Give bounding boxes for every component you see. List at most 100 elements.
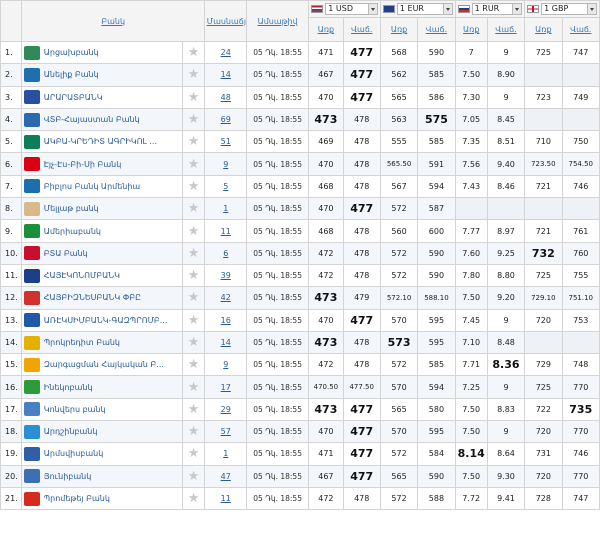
bank-name-link[interactable]: Յունիբանկ — [44, 472, 92, 481]
currency-select-eur[interactable]: 1 EUR — [379, 0, 456, 18]
eur-buy-header[interactable]: Առք — [379, 17, 419, 42]
rur-sell-header[interactable]: Վաճ. — [486, 17, 526, 42]
branches-link[interactable]: 69 — [221, 115, 231, 124]
bank-name-link[interactable]: ԱԿԲԱ-ԿՐԵԴԻՏ ԱԳՐԻԿՈԼ ... — [44, 137, 157, 146]
usd-buy-header[interactable]: Առք — [308, 17, 344, 42]
bank-cell[interactable]: Արցախբանկ — [20, 40, 183, 65]
branches-link[interactable]: 9 — [223, 360, 228, 369]
bank-name-link[interactable]: Ինեկոբանկ — [44, 383, 93, 392]
bank-name-link[interactable]: Պրոմեթեյ Բանկ — [44, 494, 110, 503]
bank-cell[interactable]: Զարգացման Հայկական Բ... — [20, 353, 183, 377]
favorite-star-icon[interactable]: ★ — [181, 330, 206, 355]
branches-link[interactable]: 5 — [223, 182, 228, 191]
favorite-star-icon[interactable]: ★ — [181, 486, 206, 511]
bank-cell[interactable]: Ինեկոբանկ — [20, 375, 183, 399]
branches-link[interactable]: 48 — [221, 93, 231, 102]
bank-name-link[interactable]: ՀԱՅԷԿՈՆՈՄԲԱՆԿ — [44, 271, 120, 280]
bank-name-link[interactable]: Էյչ-Էս-Բի-Սի Բանկ — [44, 160, 122, 169]
bank-cell[interactable]: Էյչ-Էս-Բի-Սի Բանկ — [20, 152, 183, 176]
branches-link[interactable]: 47 — [221, 472, 231, 481]
gbp-buy-header[interactable]: Առք — [524, 17, 563, 42]
bank-cell[interactable]: Պրոկրեդիտ Բանկ — [20, 330, 183, 355]
favorite-star-icon[interactable]: ★ — [181, 130, 206, 154]
branches-link[interactable]: 11 — [221, 227, 231, 236]
branches-link[interactable]: 1 — [223, 449, 228, 458]
date-header[interactable]: Ամսաթիվ — [245, 0, 310, 42]
bank-name-link[interactable]: Պրոկրեդիտ Բանկ — [44, 338, 120, 347]
branches-count[interactable]: 14 — [204, 63, 247, 87]
bank-cell[interactable]: ԱՐԱՐԱՏԲԱՆԿ — [20, 85, 183, 109]
favorite-star-icon[interactable]: ★ — [181, 152, 206, 176]
branches-link[interactable]: 1 — [223, 204, 228, 213]
chevron-down-icon[interactable] — [443, 3, 453, 15]
bank-name-link[interactable]: ՎՏԲ-Հայաստան Բանկ — [44, 115, 140, 124]
bank-cell[interactable]: Ամերիաբանկ — [20, 219, 183, 243]
branches-link[interactable]: 11 — [221, 494, 231, 503]
branches-link[interactable]: 6 — [223, 249, 228, 258]
currency-select-gbp[interactable]: 1 GBP — [524, 0, 600, 18]
branches-header[interactable]: Մասնաճյուղեր — [204, 0, 247, 42]
favorite-star-icon[interactable]: ★ — [181, 197, 206, 221]
branches-count[interactable]: 11 — [204, 486, 247, 511]
branches-link[interactable]: 17 — [221, 383, 231, 392]
favorite-star-icon[interactable]: ★ — [181, 286, 206, 310]
bank-cell[interactable]: Յունիբանկ — [20, 464, 183, 488]
usd-sell-header[interactable]: Վաճ. — [342, 17, 381, 42]
favorite-star-icon[interactable]: ★ — [181, 464, 206, 488]
branches-link[interactable]: 29 — [221, 405, 231, 414]
branches-count[interactable]: 48 — [204, 85, 247, 109]
bank-cell[interactable]: ՀԱՅԷԿՈՆՈՄԲԱՆԿ — [20, 263, 183, 288]
bank-header[interactable]: Բանկ — [20, 0, 206, 42]
favorite-star-icon[interactable]: ★ — [181, 241, 206, 265]
branches-link[interactable]: 14 — [221, 70, 231, 79]
branches-count[interactable]: 5 — [204, 174, 247, 199]
bank-cell[interactable]: Պրոմեթեյ Բանկ — [20, 486, 183, 511]
bank-name-link[interactable]: Կոնվերս բանկ — [44, 405, 106, 414]
branches-count[interactable]: 57 — [204, 420, 247, 444]
branches-count[interactable]: 16 — [204, 308, 247, 332]
branches-count[interactable]: 14 — [204, 330, 247, 355]
rur-buy-header[interactable]: Առք — [454, 17, 488, 42]
bank-cell[interactable]: Արմսվիսբանկ — [20, 442, 183, 466]
favorite-star-icon[interactable]: ★ — [181, 397, 206, 422]
branches-link[interactable]: 51 — [221, 137, 231, 146]
bank-name-link[interactable]: Արմսվիսբանկ — [44, 449, 104, 458]
bank-cell[interactable]: ԲՏԱ Բանկ — [20, 241, 183, 265]
bank-cell[interactable]: Բիբլոս Բանկ Արմենիա — [20, 174, 183, 199]
bank-cell[interactable]: ԱԿԲԱ-ԿՐԵԴԻՏ ԱԳՐԻԿՈԼ ... — [20, 130, 183, 154]
favorite-star-icon[interactable]: ★ — [181, 308, 206, 332]
branches-count[interactable]: 42 — [204, 286, 247, 310]
favorite-star-icon[interactable]: ★ — [181, 353, 206, 377]
branches-count[interactable]: 69 — [204, 107, 247, 132]
chevron-down-icon[interactable] — [368, 3, 378, 15]
bank-name-link[interactable]: Արցախբանկ — [44, 48, 99, 57]
gbp-sell-header[interactable]: Վաճ. — [561, 17, 600, 42]
favorite-star-icon[interactable]: ★ — [181, 63, 206, 87]
bank-name-link[interactable]: ԲՏԱ Բանկ — [44, 249, 88, 258]
branches-count[interactable]: 1 — [204, 442, 247, 466]
chevron-down-icon[interactable] — [513, 3, 523, 15]
bank-cell[interactable]: ԱՌԷԿՍԻՄԲԱՆԿ-ԳԱԶՊՐՈՄԲ... — [20, 308, 183, 332]
bank-cell[interactable]: Կոնվերս բանկ — [20, 397, 183, 422]
currency-select-usd[interactable]: 1 USD — [308, 0, 381, 18]
bank-name-link[interactable]: Անելիք Բանկ — [44, 70, 99, 79]
bank-name-link[interactable]: ՀԱՅԲԻԶՆԵՍԲԱՆԿ ՓԲԸ — [44, 293, 141, 302]
bank-name-link[interactable]: Զարգացման Հայկական Բ... — [44, 360, 164, 369]
branches-count[interactable]: 6 — [204, 241, 247, 265]
favorite-star-icon[interactable]: ★ — [181, 219, 206, 243]
branches-count[interactable]: 39 — [204, 263, 247, 288]
favorite-star-icon[interactable]: ★ — [181, 174, 206, 199]
bank-name-link[interactable]: Բիբլոս Բանկ Արմենիա — [44, 182, 140, 191]
bank-name-link[interactable]: ԱՌԷԿՍԻՄԲԱՆԿ-ԳԱԶՊՐՈՄԲ... — [44, 316, 168, 325]
branches-link[interactable]: 24 — [221, 48, 231, 57]
branches-link[interactable]: 14 — [221, 338, 231, 347]
branches-count[interactable]: 29 — [204, 397, 247, 422]
bank-cell[interactable]: Արդշինբանկ — [20, 420, 183, 444]
branches-link[interactable]: 42 — [221, 293, 231, 302]
bank-cell[interactable]: ՀԱՅԲԻԶՆԵՍԲԱՆԿ ՓԲԸ — [20, 286, 183, 310]
favorite-star-icon[interactable]: ★ — [181, 442, 206, 466]
favorite-star-icon[interactable]: ★ — [181, 420, 206, 444]
bank-name-link[interactable]: Ամերիաբանկ — [44, 227, 101, 236]
branches-count[interactable]: 51 — [204, 130, 247, 154]
currency-select-rur[interactable]: 1 RUR — [454, 0, 526, 18]
